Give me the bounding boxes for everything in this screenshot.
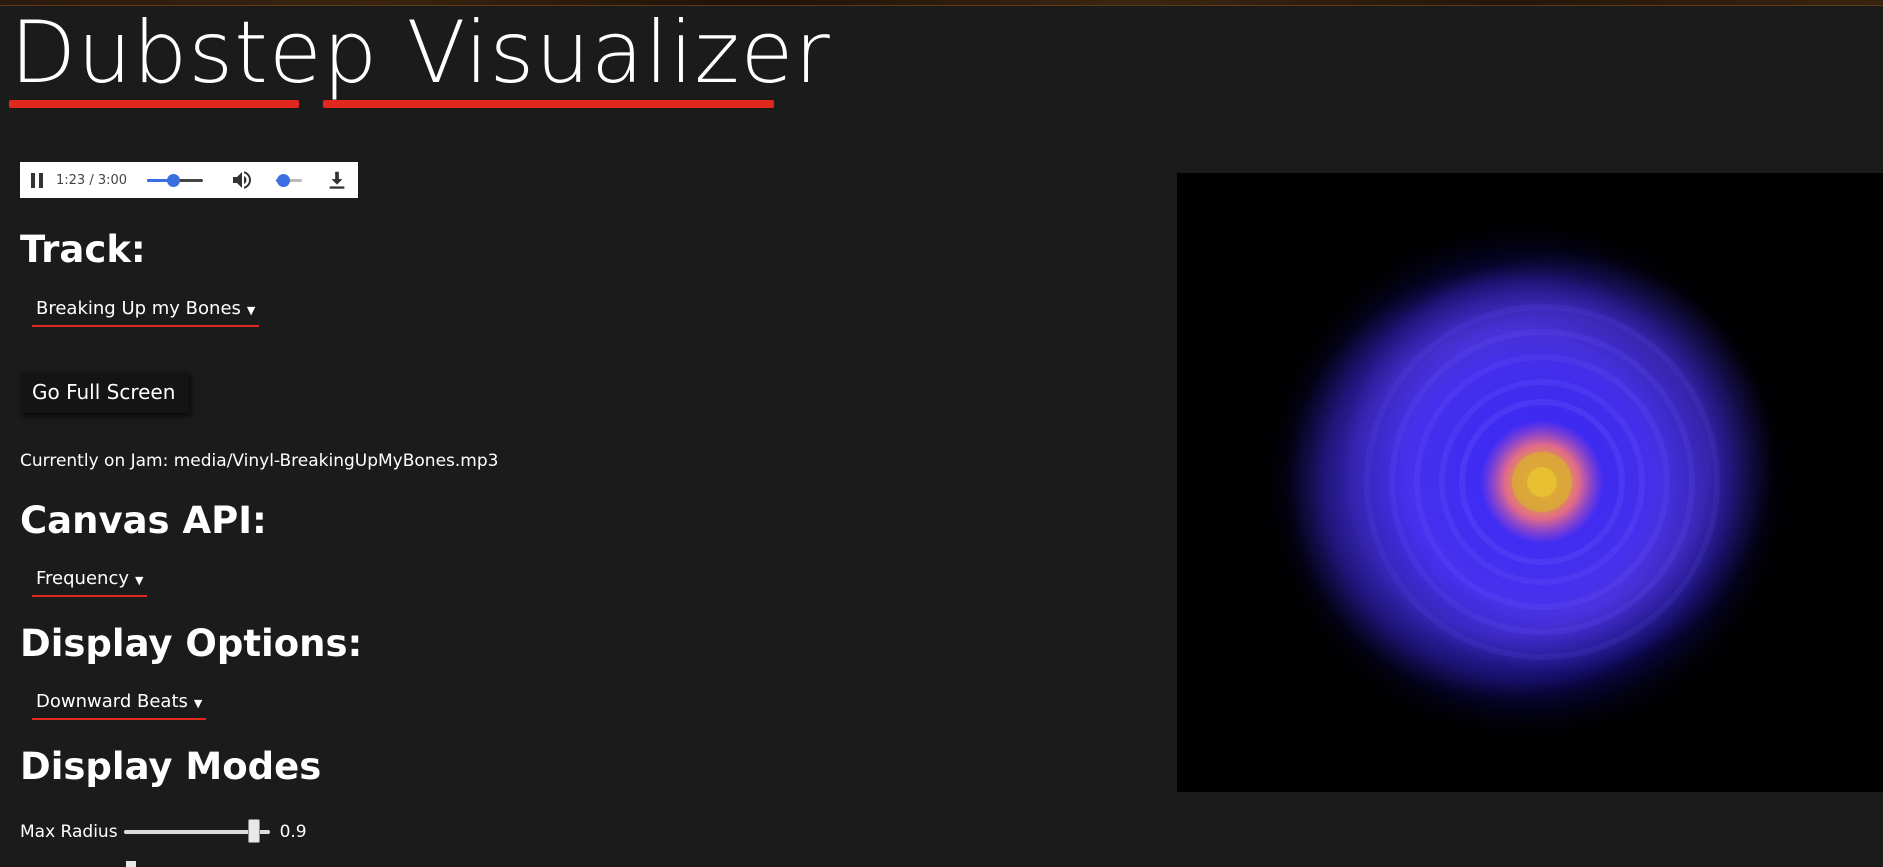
- max-radius-control: Max Radius 0.9: [20, 819, 307, 843]
- pause-icon[interactable]: [28, 171, 46, 189]
- now-playing-text: Currently on Jam: media/Vinyl-BreakingUp…: [20, 451, 499, 471]
- frequency-bar: [1247, 395, 1252, 736]
- title-underline-right: [323, 100, 774, 108]
- page-title: Dubstep Visualizer: [10, 3, 831, 103]
- frequency-bar: [1869, 302, 1874, 728]
- canvas-api-select[interactable]: Frequency ▼: [32, 568, 148, 597]
- pulse-core-center: [1527, 467, 1557, 497]
- slider-thumb[interactable]: [247, 819, 260, 843]
- frequency-bar: [1818, 324, 1823, 728]
- playback-time: 1:23 / 3:00: [56, 172, 128, 188]
- canvas-api-heading: Canvas API:: [20, 499, 267, 542]
- max-radius-label: Max Radius: [20, 822, 118, 842]
- title-underline-left: [9, 100, 299, 108]
- max-radius-slider[interactable]: [123, 819, 270, 843]
- chevron-down-icon: ▼: [135, 574, 144, 587]
- volume-icon[interactable]: [230, 168, 254, 192]
- frequency-bar: [1227, 293, 1231, 752]
- display-options-heading: Display Options:: [20, 622, 363, 665]
- next-slider-thumb[interactable]: [126, 861, 136, 867]
- frequency-bar: [1859, 360, 1864, 736]
- frequency-bar: [1828, 352, 1833, 720]
- frequency-bar: [1808, 357, 1813, 736]
- canvas-api-select-value: Frequency: [36, 568, 129, 589]
- download-icon[interactable]: [326, 169, 348, 191]
- chevron-down-icon: ▼: [193, 697, 203, 710]
- frequency-bar: [1257, 362, 1262, 728]
- max-radius-value: 0.9: [279, 822, 307, 842]
- track-heading: Track:: [20, 228, 146, 271]
- audio-player[interactable]: 1:23 / 3:00: [20, 162, 358, 198]
- track-select-value: Breaking Up my Bones: [36, 298, 241, 319]
- frequency-bar: [1798, 396, 1803, 744]
- seek-slider[interactable]: [147, 173, 204, 187]
- display-modes-heading: Display Modes: [20, 745, 322, 788]
- display-options-select[interactable]: Downward Beats ▼: [32, 691, 207, 720]
- display-options-select-value: Downward Beats: [36, 691, 188, 712]
- frequency-bar: [1839, 366, 1843, 752]
- chevron-down-icon: ▼: [246, 304, 256, 317]
- visualizer-canvas[interactable]: [1177, 173, 1883, 792]
- fullscreen-button[interactable]: Go Full Screen: [20, 372, 190, 413]
- track-select[interactable]: Breaking Up my Bones ▼: [32, 298, 260, 327]
- frequency-bar: [1849, 381, 1854, 744]
- volume-slider[interactable]: [276, 173, 303, 187]
- frequency-bar: [1237, 356, 1242, 744]
